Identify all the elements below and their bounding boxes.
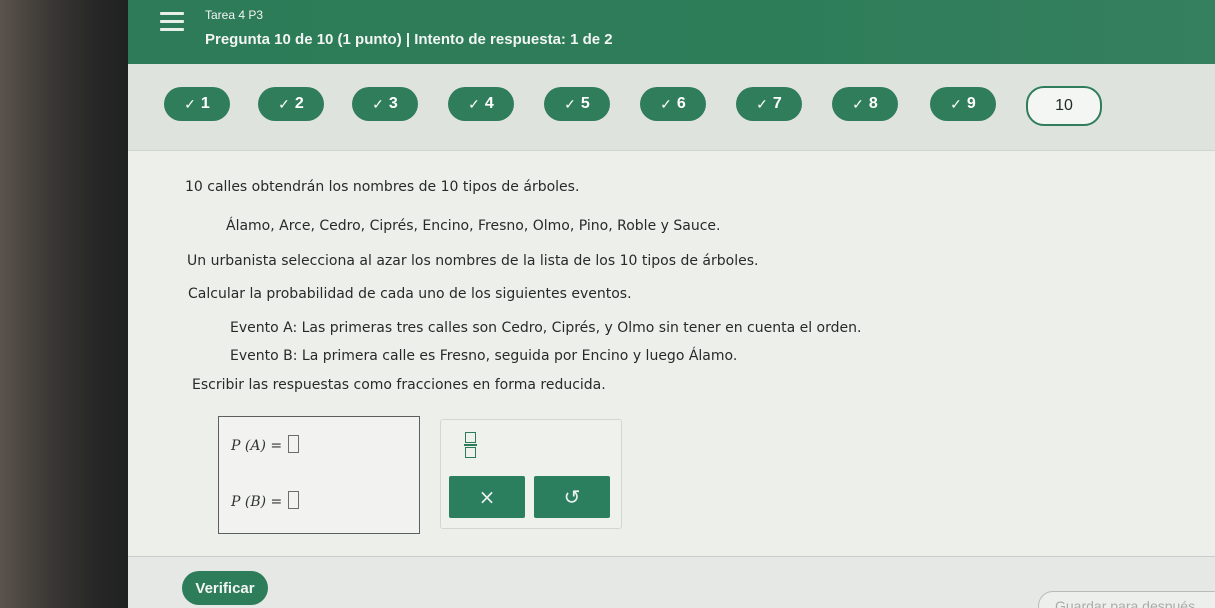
question-text-3: Calcular la probabilidad de cada uno de … xyxy=(188,286,632,302)
browser-screen: Tarea 4 P3 Pregunta 10 de 10 (1 punto) |… xyxy=(128,0,1215,608)
question-8-button[interactable]: ✓ 8 xyxy=(832,87,898,121)
fraction-icon[interactable] xyxy=(463,432,477,458)
event-a-text: Evento A: Las primeras tres calles son C… xyxy=(230,320,862,336)
verify-button[interactable]: Verificar xyxy=(182,571,268,605)
check-icon: ✓ xyxy=(950,95,962,112)
question-3-button[interactable]: ✓ 3 xyxy=(352,87,418,121)
probability-b-row: P (B) = xyxy=(231,491,300,510)
question-content: 10 calles obtendrán los nombres de 10 ti… xyxy=(128,151,1215,556)
probability-b-input[interactable] xyxy=(288,491,300,509)
math-keypad: × ↺ xyxy=(440,419,622,529)
tree-list: Álamo, Arce, Cedro, Ciprés, Encino, Fres… xyxy=(226,218,721,234)
question-1-button[interactable]: ✓ 1 xyxy=(164,87,230,121)
check-icon: ✓ xyxy=(756,95,768,112)
check-icon: ✓ xyxy=(564,95,576,112)
check-icon: ✓ xyxy=(372,95,384,112)
close-icon: × xyxy=(478,485,496,509)
question-info: Pregunta 10 de 10 (1 punto) | Intento de… xyxy=(205,31,613,48)
undo-button[interactable]: ↺ xyxy=(534,476,610,518)
monitor-bezel xyxy=(0,0,140,608)
check-icon: ✓ xyxy=(184,95,196,112)
probability-a-row: P (A) = xyxy=(231,435,300,454)
question-4-button[interactable]: ✓ 4 xyxy=(448,87,514,121)
check-icon: ✓ xyxy=(852,95,864,112)
question-2-button[interactable]: ✓ 2 xyxy=(258,87,324,121)
undo-icon: ↺ xyxy=(563,485,581,509)
probability-b-label: P (B) = xyxy=(231,494,283,510)
instruction-text: Escribir las respuestas como fracciones … xyxy=(192,377,606,393)
footer-bar: Verificar Guardar para después xyxy=(128,556,1215,608)
check-icon: ✓ xyxy=(468,95,480,112)
check-icon: ✓ xyxy=(660,95,672,112)
save-for-later-button[interactable]: Guardar para después xyxy=(1038,591,1215,608)
probability-a-input[interactable] xyxy=(288,435,300,453)
question-9-button[interactable]: ✓ 9 xyxy=(930,87,996,121)
check-icon: ✓ xyxy=(278,95,290,112)
assignment-title: Tarea 4 P3 xyxy=(205,8,264,22)
assignment-header: Tarea 4 P3 Pregunta 10 de 10 (1 punto) |… xyxy=(128,0,1215,64)
question-text-1: 10 calles obtendrán los nombres de 10 ti… xyxy=(185,179,580,195)
question-10-button[interactable]: 10 xyxy=(1026,86,1102,126)
question-navigation: ✓ 1 ✓ 2 ✓ 3 ✓ 4 ✓ 5 ✓ 6 ✓ 7 ✓ 8 ✓ 9 10 xyxy=(128,64,1215,151)
question-5-button[interactable]: ✓ 5 xyxy=(544,87,610,121)
question-text-2: Un urbanista selecciona al azar los nomb… xyxy=(187,253,759,269)
question-6-button[interactable]: ✓ 6 xyxy=(640,87,706,121)
event-b-text: Evento B: La primera calle es Fresno, se… xyxy=(230,348,738,364)
question-7-button[interactable]: ✓ 7 xyxy=(736,87,802,121)
probability-a-label: P (A) = xyxy=(231,438,283,454)
clear-button[interactable]: × xyxy=(449,476,525,518)
answer-box: P (A) = P (B) = xyxy=(218,416,420,534)
hamburger-menu-icon[interactable] xyxy=(160,12,184,32)
